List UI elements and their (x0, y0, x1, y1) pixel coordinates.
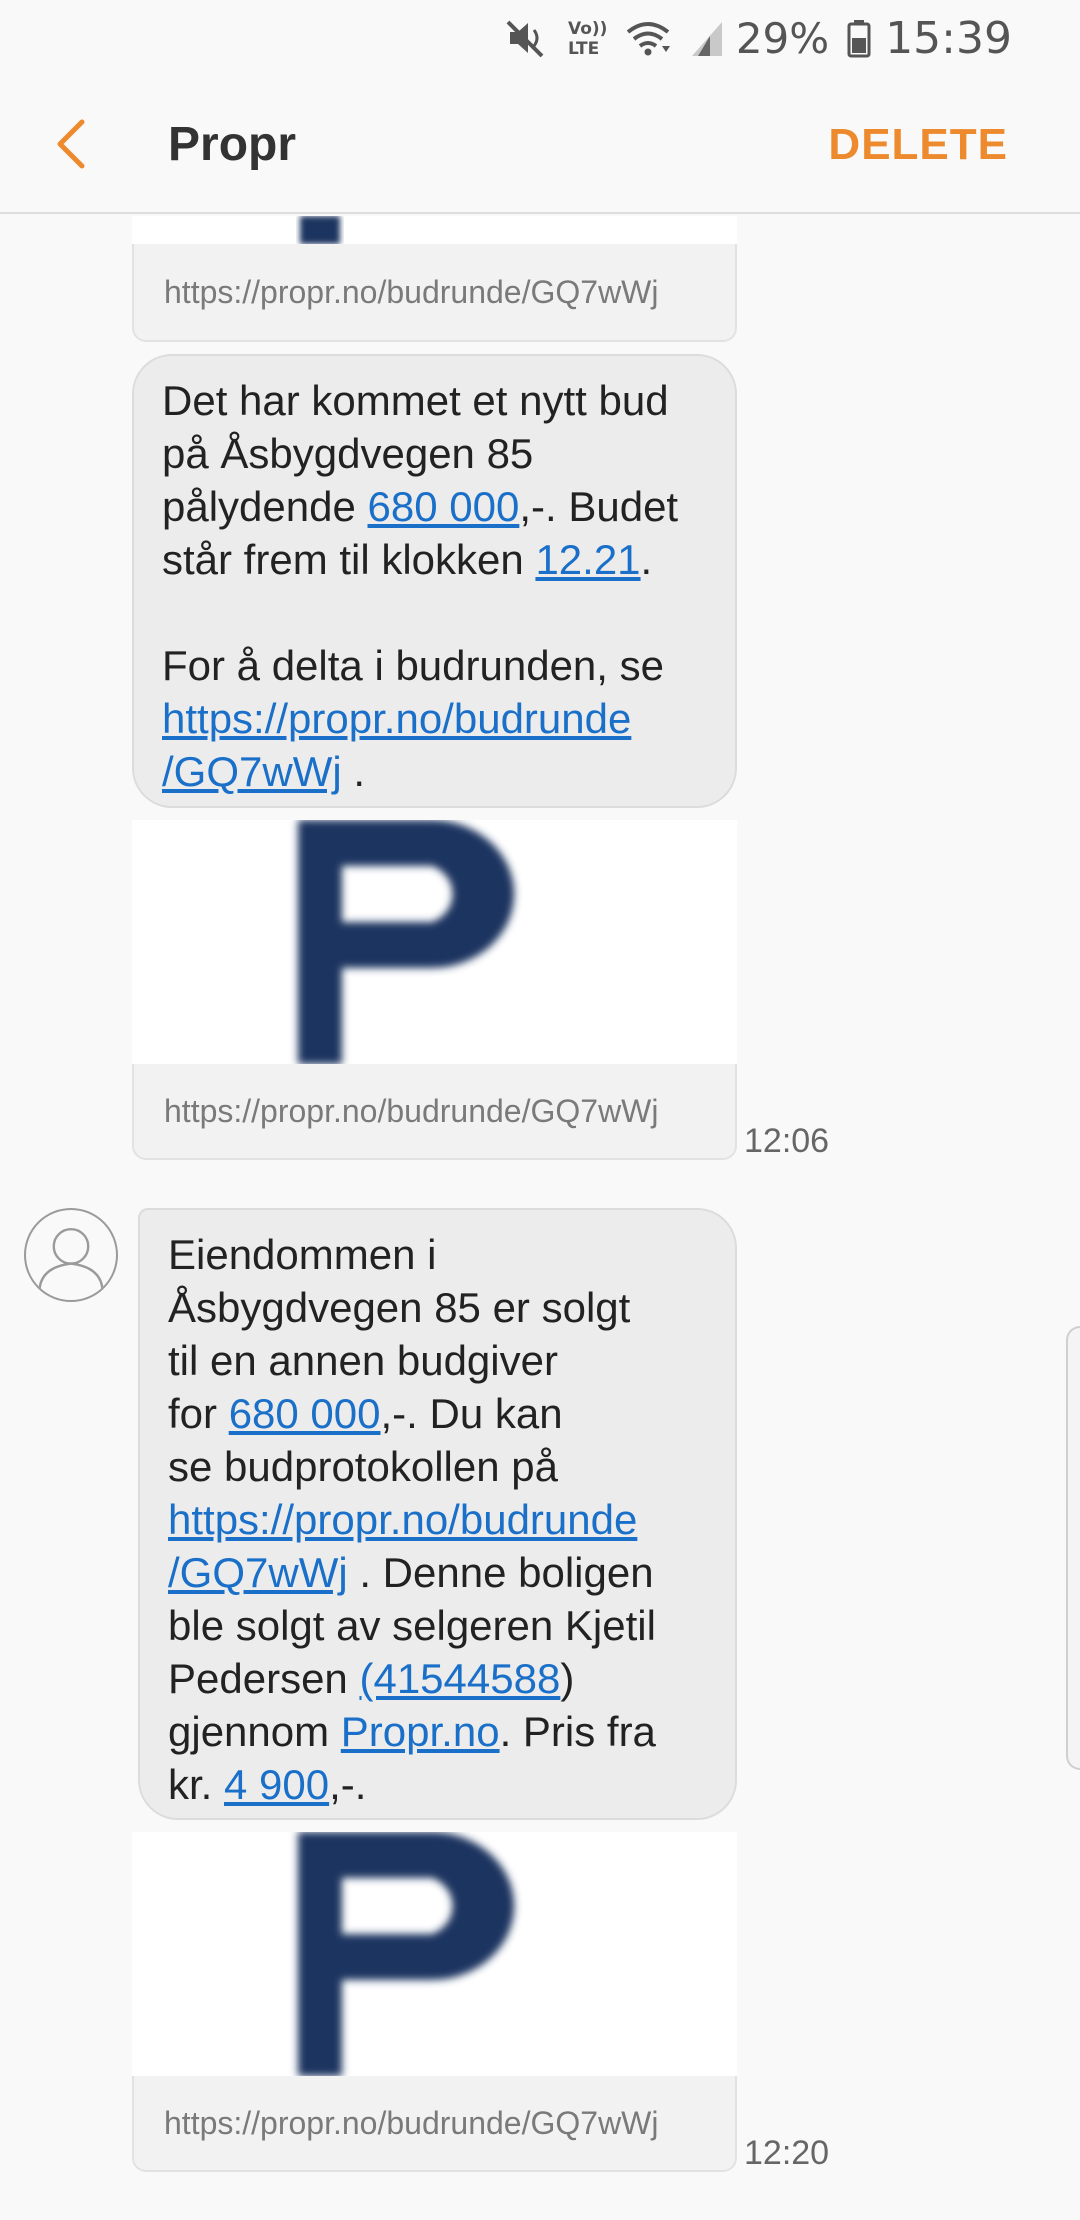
status-clock: 15:39 (885, 12, 1012, 64)
url-link-cont[interactable]: /GQ7wWj (168, 1549, 348, 1596)
back-button[interactable] (52, 75, 142, 213)
propr-logo-icon (300, 216, 340, 244)
url-link[interactable]: https://propr.no/budrunde (168, 1496, 637, 1543)
url-link[interactable]: https://propr.no/budrunde (162, 695, 631, 742)
wifi-icon (624, 16, 672, 60)
propr-logo-icon (298, 820, 515, 1064)
message-bubble[interactable]: Eiendommen i Åsbygdvegen 85 er solgt til… (138, 1208, 737, 1820)
link-preview[interactable]: https://propr.no/budrunde/GQ7wWj (132, 1832, 737, 2172)
app-bar: Propr DELETE (0, 76, 1080, 214)
message-thread[interactable]: https://propr.no/budrunde/GQ7wWj Det har… (0, 216, 1080, 2220)
preview-url[interactable]: https://propr.no/budrunde/GQ7wWj (132, 2076, 737, 2172)
preview-url[interactable]: https://propr.no/budrunde/GQ7wWj (132, 1064, 737, 1160)
conversation-title: Propr (168, 117, 297, 171)
message-text: Eiendommen i Åsbygdvegen 85 er solgt til… (168, 1231, 656, 1808)
chevron-left-icon (57, 119, 85, 169)
url-link-cont[interactable]: /GQ7wWj (162, 748, 342, 795)
battery-percent: 29% (735, 13, 830, 63)
delete-button[interactable]: DELETE (828, 120, 1008, 170)
preview-image (132, 216, 737, 244)
status-bar: Vo)) LTE 29% 15:39 (0, 0, 1080, 76)
preview-image (132, 1832, 737, 2076)
scroll-handle[interactable] (1066, 1326, 1080, 1770)
price-link[interactable]: 4 900 (224, 1761, 329, 1808)
link-preview[interactable]: https://propr.no/budrunde/GQ7wWj (132, 820, 737, 1160)
message-text: For å delta i budrunden, se https://prop… (162, 642, 664, 795)
propr-logo-icon (298, 1832, 515, 2076)
preview-image (132, 820, 737, 1064)
contact-avatar[interactable] (24, 1208, 118, 1302)
amount-link[interactable]: 680 000 (229, 1390, 381, 1437)
site-link[interactable]: Propr.no (341, 1708, 500, 1755)
volte-top-label: Vo)) (568, 19, 606, 39)
time-link[interactable]: 12.21 (535, 536, 640, 583)
message-text: Det har kommet et nytt bud på Åsbygdvege… (162, 377, 679, 583)
battery-icon (847, 16, 871, 60)
volte-bottom-label: LTE (568, 39, 599, 59)
message-time: 12:06 (744, 1122, 830, 1160)
person-icon (38, 1227, 104, 1293)
message-time: 12:20 (744, 2134, 830, 2172)
volte-icon: Vo)) LTE (566, 16, 606, 60)
mute-icon (504, 16, 548, 60)
link-preview[interactable]: https://propr.no/budrunde/GQ7wWj (132, 216, 737, 342)
phone-link[interactable]: (41544588 (359, 1655, 560, 1702)
message-bubble[interactable]: Det har kommet et nytt bud på Åsbygdvege… (132, 354, 737, 808)
signal-icon (690, 16, 724, 60)
amount-link[interactable]: 680 000 (368, 483, 520, 530)
preview-url[interactable]: https://propr.no/budrunde/GQ7wWj (132, 244, 737, 342)
